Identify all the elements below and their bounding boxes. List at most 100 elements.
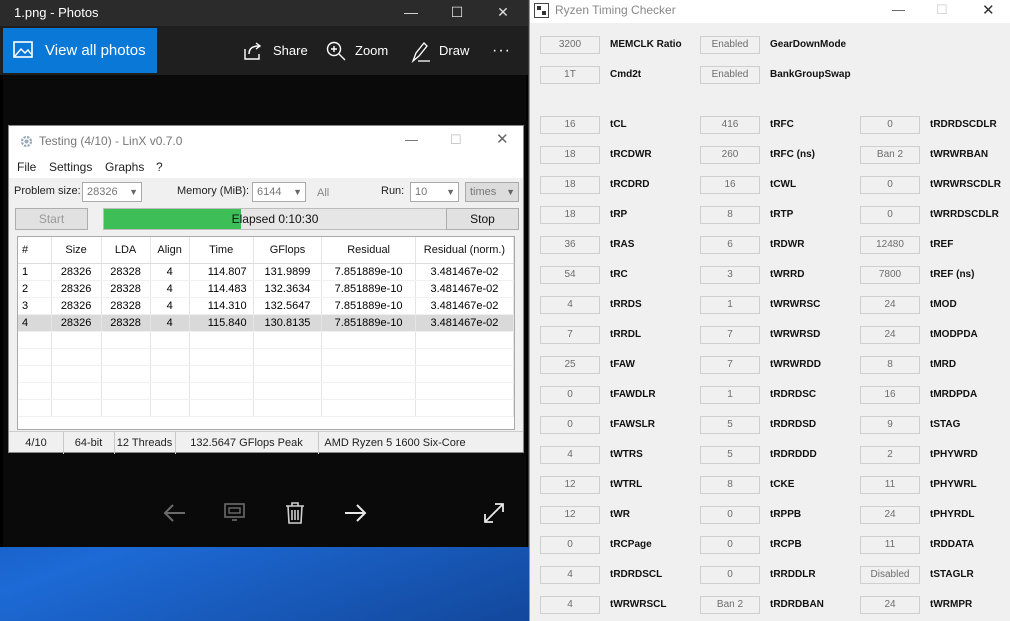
- all-memory-label[interactable]: All: [317, 187, 329, 199]
- timing-value-box: 0: [860, 116, 920, 134]
- linx-statusbar: 4/10 64-bit 12 Threads 132.5647 GFlops P…: [9, 431, 523, 454]
- column-header-number: #: [18, 237, 52, 264]
- run-unit-combo[interactable]: times ▼: [465, 182, 519, 202]
- table-row[interactable]: 2 28326 28328 4 114.483 132.3634 7.851889e-10 3…: [18, 280, 514, 298]
- table-cell: 4: [150, 297, 190, 315]
- column-header-align: Align: [150, 237, 190, 264]
- timing-value-box: 0: [700, 536, 760, 554]
- timing-label: tSTAG: [930, 419, 961, 430]
- memory-combo[interactable]: 6144 ▼: [252, 182, 306, 202]
- menu-graphs[interactable]: Graphs: [105, 160, 144, 174]
- timing-value-box: 16: [540, 116, 600, 134]
- table-cell: 132.3634: [253, 280, 323, 298]
- menu-settings[interactable]: Settings: [49, 160, 92, 174]
- table-cell: [18, 365, 52, 383]
- timing-value-box: 260: [700, 146, 760, 164]
- table-cell: [18, 331, 52, 349]
- run-count-combo[interactable]: 10 ▼: [410, 182, 459, 202]
- delete-icon[interactable]: [282, 500, 308, 526]
- table-cell: [253, 399, 323, 417]
- table-cell: 3.481467e-02: [415, 297, 514, 315]
- problem-size-label: Problem size:: [14, 185, 81, 197]
- rtc-minimize-button[interactable]: —: [892, 2, 905, 17]
- view-all-photos-button[interactable]: View all photos: [3, 28, 157, 73]
- share-button[interactable]: Share: [243, 26, 309, 75]
- stop-button[interactable]: Stop: [446, 208, 519, 230]
- draw-button[interactable]: Draw: [410, 26, 470, 75]
- linx-minimize-button[interactable]: —: [405, 132, 418, 147]
- fullscreen-icon[interactable]: [481, 500, 507, 526]
- timing-value-box: 8: [700, 476, 760, 494]
- timing-label: tRAS: [610, 239, 635, 250]
- zoom-button[interactable]: Zoom: [326, 26, 390, 75]
- timing-value-box: 11: [860, 476, 920, 494]
- next-arrow-icon[interactable]: [342, 500, 368, 526]
- table-cell: [101, 365, 151, 383]
- timing-label: tMOD: [930, 299, 957, 310]
- table-cell: [321, 365, 416, 383]
- table-row[interactable]: 1 28326 28328 4 114.807 131.9899 7.851889e-10 3…: [18, 263, 514, 281]
- timing-value-box: 8: [860, 356, 920, 374]
- timing-label: tREF (ns): [930, 269, 975, 280]
- minimize-button[interactable]: —: [388, 0, 434, 26]
- timing-value-box: 0: [540, 416, 600, 434]
- menu-help[interactable]: ?: [156, 160, 163, 174]
- timing-label: tRCDRD: [610, 179, 650, 190]
- table-cell: [189, 365, 254, 383]
- slideshow-icon[interactable]: [222, 500, 248, 526]
- timing-label: tMODPDA: [930, 329, 978, 340]
- column-header-size: Size: [51, 237, 102, 264]
- timing-label: tWRWRSD: [770, 329, 821, 340]
- more-options-button[interactable]: ···: [492, 26, 516, 75]
- timing-value-box: Enabled: [700, 66, 760, 84]
- table-cell: [189, 348, 254, 366]
- timing-value-box: Ban 2: [700, 596, 760, 614]
- timing-value-box: 4: [540, 566, 600, 584]
- column-header-lda: LDA: [101, 237, 151, 264]
- app-icon: [534, 3, 549, 18]
- timing-value-box: 3200: [540, 36, 600, 54]
- table-cell: [18, 399, 52, 417]
- table-row[interactable]: 4 28326 28328 4 115.840 130.8135 7.851889e-10 3…: [18, 314, 514, 332]
- column-header-residual-norm: Residual (norm.): [415, 237, 514, 264]
- share-icon: [244, 42, 262, 60]
- table-cell: [150, 331, 190, 349]
- timing-value-box: 3: [700, 266, 760, 284]
- table-cell: [415, 399, 514, 417]
- rtc-close-button[interactable]: ✕: [982, 1, 995, 19]
- problem-size-value: 28326: [87, 186, 118, 198]
- table-cell: [101, 399, 151, 417]
- close-button[interactable]: ✕: [480, 0, 526, 26]
- table-cell: [321, 348, 416, 366]
- table-cell: [150, 382, 190, 400]
- table-cell: [253, 348, 323, 366]
- table-row[interactable]: 3 28326 28328 4 114.310 132.5647 7.851889e-10 3…: [18, 297, 514, 315]
- table-cell: 3: [18, 297, 52, 315]
- table-cell: 4: [18, 314, 52, 332]
- linx-close-button[interactable]: ✕: [496, 130, 509, 148]
- more-icon: ···: [492, 42, 511, 59]
- table-cell: 28326: [51, 297, 102, 315]
- problem-size-combo[interactable]: 28326 ▼: [82, 182, 142, 202]
- timing-label: tPHYWRL: [930, 479, 977, 490]
- chevron-down-icon: ▼: [446, 187, 455, 197]
- progress-bar: Elapsed 0:10:30: [103, 208, 447, 230]
- table-cell: [101, 331, 151, 349]
- timing-label: tRDWR: [770, 239, 805, 250]
- rtc-maximize-button[interactable]: ☐: [936, 2, 948, 18]
- status-peak: 132.5647 GFlops Peak: [175, 432, 319, 454]
- timing-value-box: Ban 2: [860, 146, 920, 164]
- view-all-photos-label: View all photos: [45, 42, 146, 59]
- timing-label: tRCDWR: [610, 149, 652, 160]
- linx-maximize-button[interactable]: ☐: [450, 132, 462, 148]
- timing-value-box: 54: [540, 266, 600, 284]
- timing-label: tCL: [610, 119, 627, 130]
- table-cell: [253, 331, 323, 349]
- maximize-button[interactable]: ☐: [434, 0, 480, 26]
- previous-arrow-icon[interactable]: [162, 500, 188, 526]
- timing-value-box: 24: [860, 596, 920, 614]
- menu-file[interactable]: File: [17, 160, 36, 174]
- start-button[interactable]: Start: [15, 208, 88, 230]
- timing-value-box: Disabled: [860, 566, 920, 584]
- timing-value-box: 0: [700, 566, 760, 584]
